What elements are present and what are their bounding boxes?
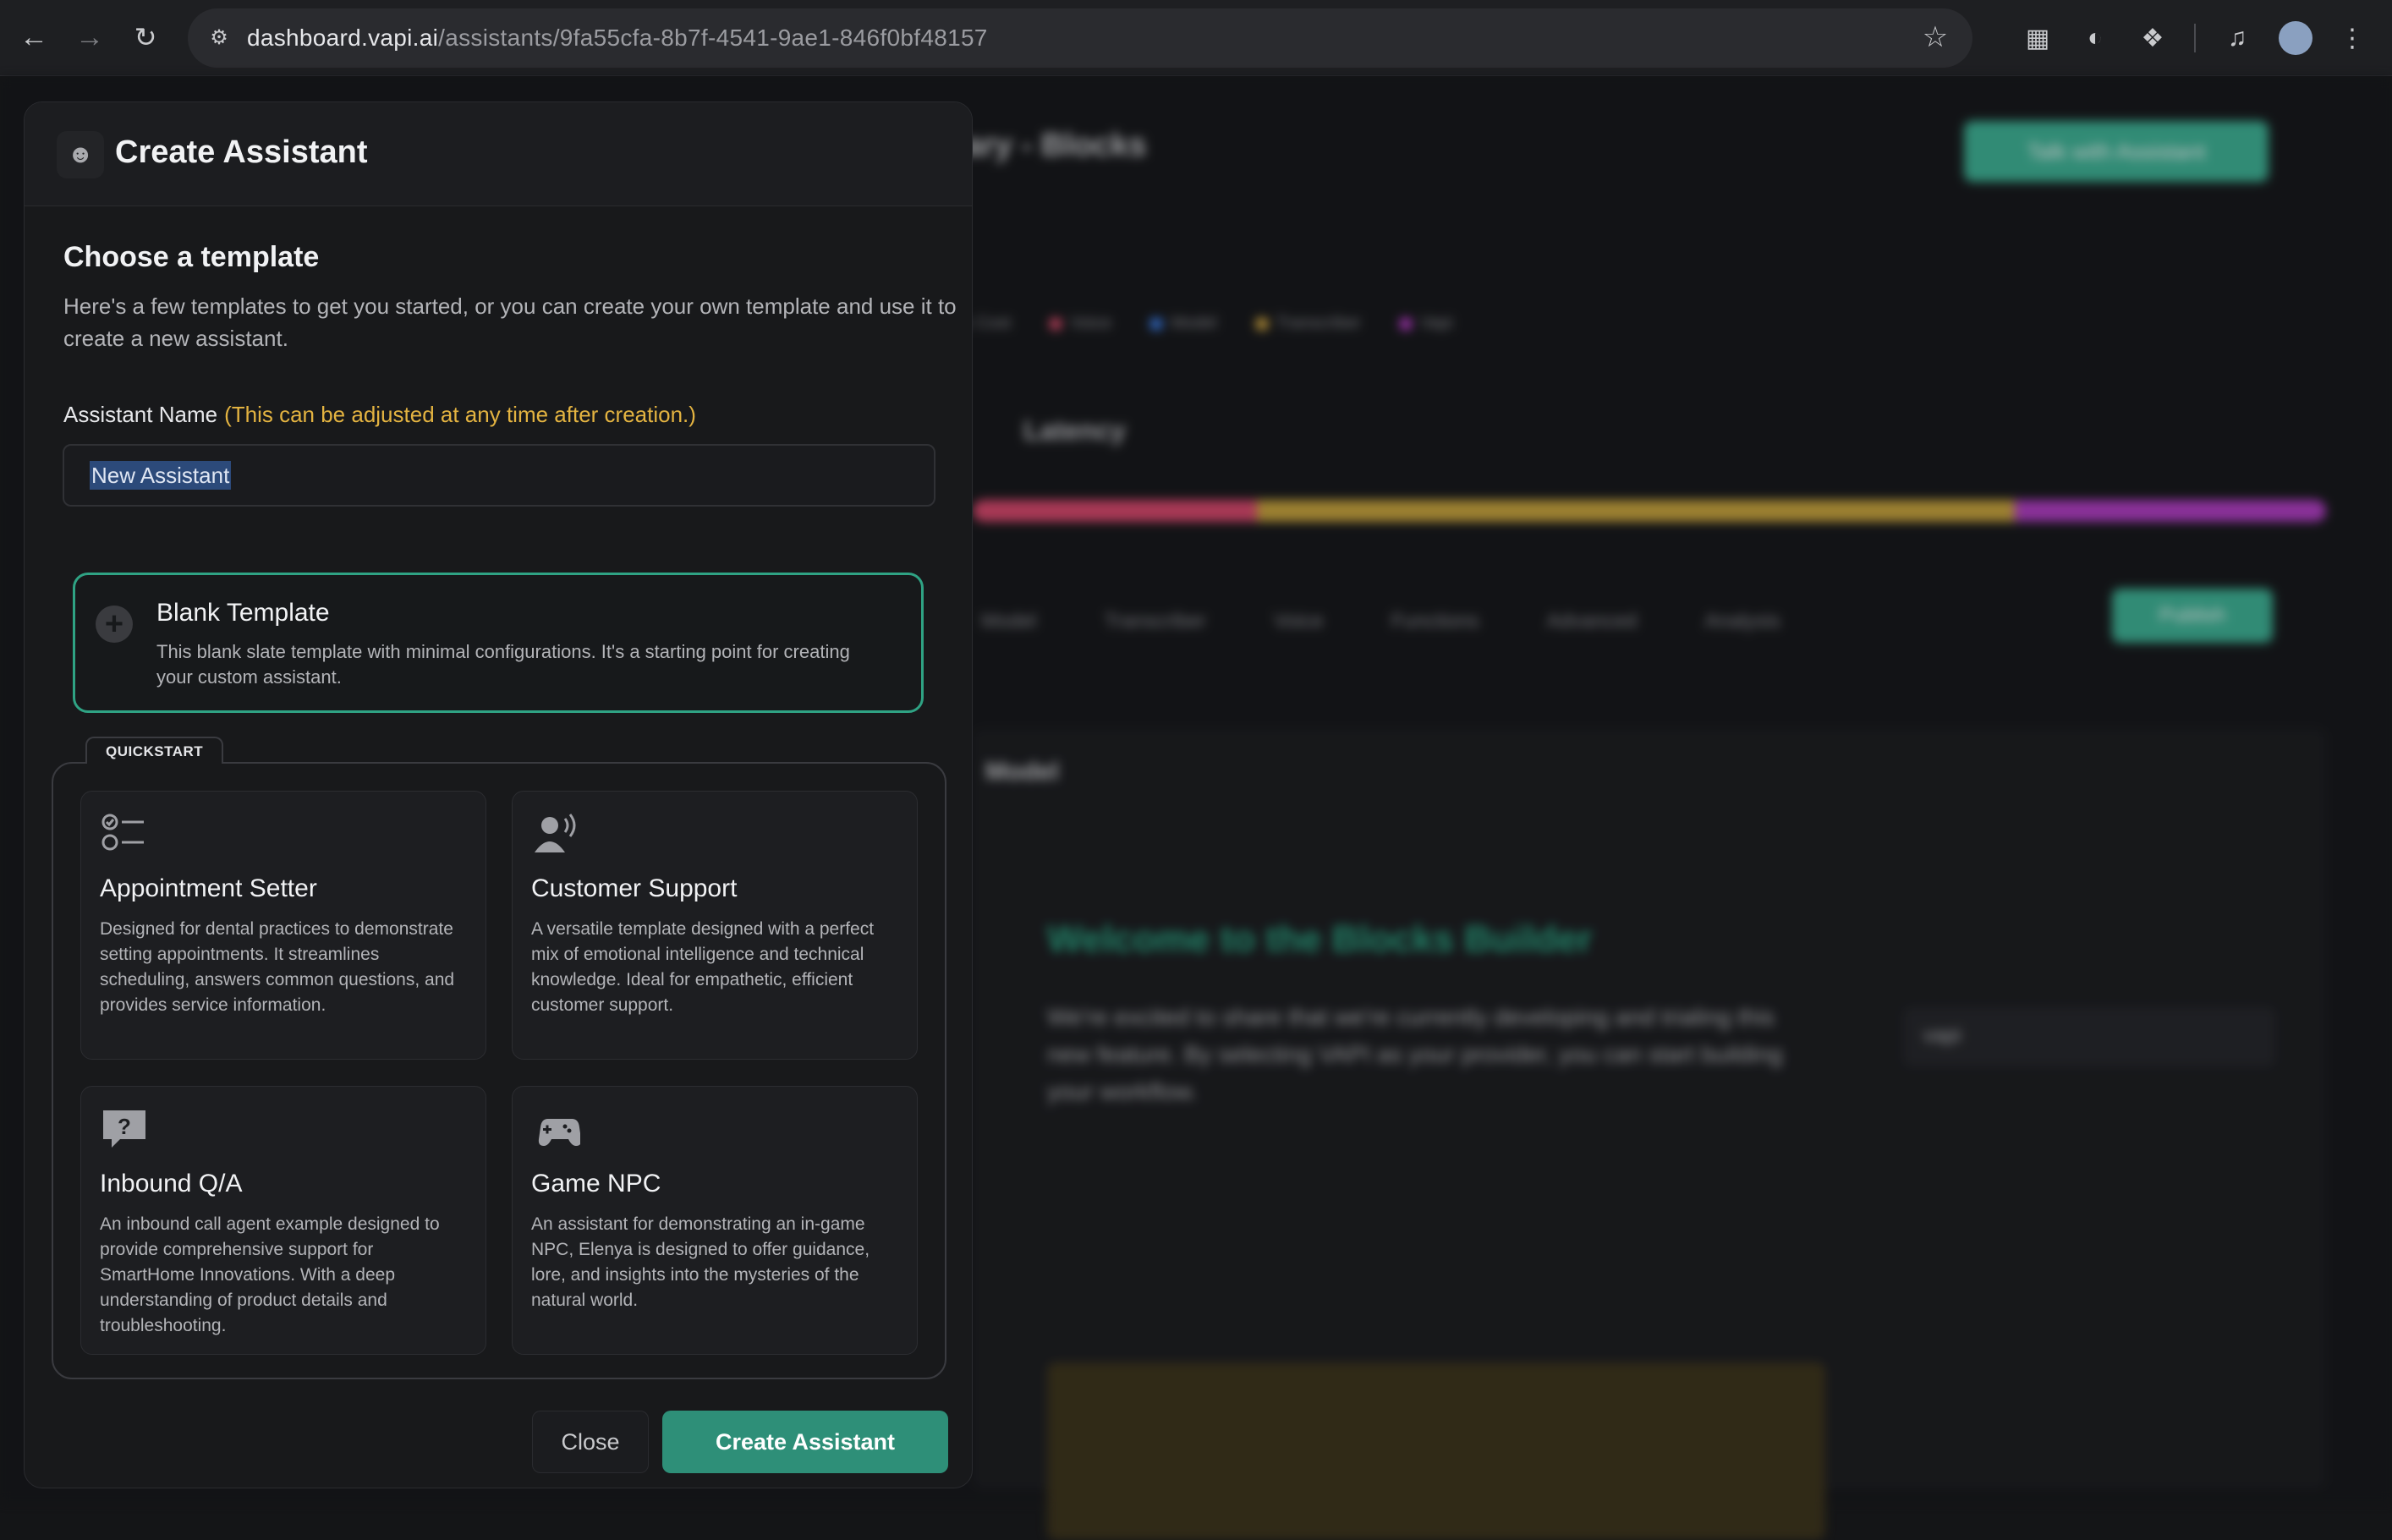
template-title: Game NPC: [531, 1170, 661, 1197]
tab-model[interactable]: Model: [981, 610, 1036, 633]
tab-voice[interactable]: Voice: [1274, 610, 1324, 633]
address-bar[interactable]: ⚙ dashboard.vapi.ai/assistants/9fa55cfa-…: [188, 8, 1972, 68]
choose-template-description: Here's a few templates to get you starte…: [63, 293, 957, 351]
template-card-appointment-setter[interactable]: Appointment Setter Designed for dental p…: [80, 791, 486, 1060]
provider-select[interactable]: vapi: [1903, 1007, 2275, 1066]
tab-analysis[interactable]: Analysis: [1704, 610, 1780, 633]
alpha-note: [1047, 1362, 1825, 1540]
template-card-customer-support[interactable]: Customer Support A versatile template de…: [512, 791, 918, 1060]
site-settings-icon[interactable]: ⚙: [205, 24, 233, 52]
checklist-icon: [100, 810, 149, 859]
menu-dots-icon[interactable]: ⋮: [2336, 22, 2368, 54]
media-control-icon[interactable]: ♫: [2221, 22, 2253, 54]
plus-icon: +: [96, 606, 133, 643]
provider-value: vapi: [1923, 1024, 1961, 1047]
config-tabs: Model Transcriber Voice Functions Advanc…: [981, 610, 1780, 633]
welcome-text: We're excited to share that we're curren…: [1047, 1004, 1783, 1104]
template-title: Appointment Setter: [100, 874, 317, 902]
tab-functions[interactable]: Functions: [1391, 610, 1479, 633]
assistant-name-label-text: Assistant Name: [63, 402, 218, 427]
legend-item: Transcriber: [1256, 314, 1361, 333]
question-bubble-icon: ?: [100, 1105, 149, 1154]
forward-icon[interactable]: →: [71, 19, 108, 56]
assistant-title: ary - Blocks: [964, 128, 1147, 163]
extension-circle-icon[interactable]: ◐: [2079, 22, 2111, 54]
assistant-name-hint: (This can be adjusted at any time after …: [224, 402, 696, 427]
create-assistant-modal: ☻ Create Assistant Choose a template Her…: [24, 101, 973, 1488]
gamepad-icon: [531, 1105, 582, 1154]
latency-bar: [973, 500, 2326, 522]
toolbar-divider: [2194, 24, 2196, 52]
template-description: An assistant for demonstrating an in-gam…: [531, 1214, 870, 1310]
legend-item: Model: [1150, 314, 1216, 333]
template-card-game-npc[interactable]: Game NPC An assistant for demonstrating …: [512, 1086, 918, 1355]
blank-template-title: Blank Template: [156, 599, 330, 627]
browser-toolbar: ← → ↻ ⚙ dashboard.vapi.ai/assistants/9fa…: [0, 0, 2392, 76]
template-title: Customer Support: [531, 874, 738, 902]
back-icon[interactable]: ←: [15, 19, 52, 56]
blank-template-description: This blank slate template with minimal c…: [156, 641, 850, 688]
template-title: Inbound Q/A: [100, 1170, 243, 1197]
modal-header: ☻ Create Assistant: [25, 102, 972, 206]
legend-item: Vapi: [1400, 314, 1453, 333]
latency-segment: [1257, 500, 2015, 522]
publish-button[interactable]: Publish: [2112, 589, 2273, 643]
model-heading: Model: [985, 758, 1059, 786]
cost-legend: Cost Voice Model Transcriber Vapi: [956, 314, 1452, 333]
svg-text:?: ?: [118, 1114, 131, 1139]
reload-icon[interactable]: ↻: [127, 19, 164, 56]
quickstart-label: QUICKSTART: [85, 737, 224, 764]
template-description: Designed for dental practices to demonst…: [100, 919, 455, 1015]
welcome-heading: Welcome to the Blocks Builder: [1047, 918, 1593, 960]
bookmark-star-icon[interactable]: ☆: [1918, 20, 1952, 54]
choose-template-heading: Choose a template: [63, 241, 320, 273]
template-card-inbound-qa[interactable]: ? Inbound Q/A An inbound call agent exam…: [80, 1086, 486, 1355]
create-assistant-button[interactable]: Create Assistant: [662, 1411, 948, 1473]
template-description: An inbound call agent example designed t…: [100, 1214, 440, 1335]
blank-template-card[interactable]: + Blank Template This blank slate templa…: [73, 573, 924, 713]
tab-advanced[interactable]: Advanced: [1547, 610, 1638, 633]
assistant-name-label: Assistant Name (This can be adjusted at a…: [63, 402, 696, 428]
legend-item: Voice: [1050, 314, 1111, 333]
assistant-name-value: New Assistant: [90, 461, 232, 490]
modal-title: Create Assistant: [115, 134, 368, 170]
close-button[interactable]: Close: [532, 1411, 649, 1473]
latency-segment: [2015, 500, 2326, 522]
latency-label: Latency: [1023, 415, 1126, 446]
template-description: A versatile template designed with a per…: [531, 919, 875, 1015]
url-text: dashboard.vapi.ai/assistants/9fa55cfa-8b…: [247, 25, 988, 51]
latency-segment: [973, 500, 1257, 522]
extension-icon[interactable]: ▦: [2022, 22, 2054, 54]
profile-avatar[interactable]: [2279, 21, 2312, 55]
puzzle-icon[interactable]: ❖: [2137, 22, 2169, 54]
tab-transcriber[interactable]: Transcriber: [1104, 610, 1205, 633]
user-add-icon: ☻: [57, 131, 104, 178]
speaking-person-icon: [531, 810, 580, 859]
talk-with-assistant-button[interactable]: Talk with Assistant: [1964, 121, 2269, 182]
